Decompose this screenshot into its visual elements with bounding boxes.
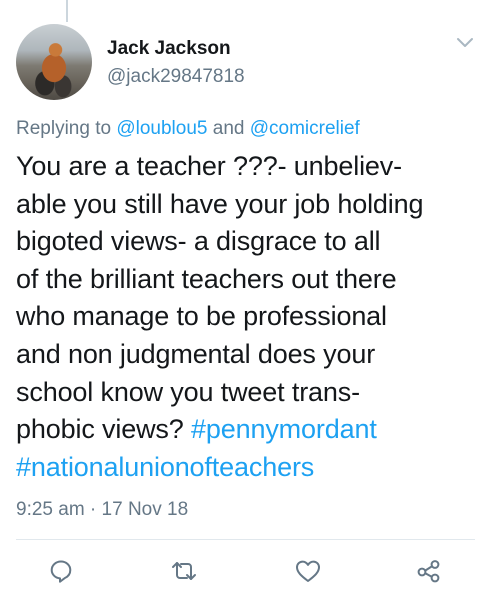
hashtag-link[interactable]: #nationalunionofteachers (16, 452, 314, 482)
heart-icon (294, 558, 322, 584)
tweet-text-segment: phobic views? (16, 414, 191, 445)
share-button[interactable] (414, 556, 444, 586)
author-handle[interactable]: @jack29847818 (107, 66, 245, 88)
reply-button[interactable] (46, 556, 76, 586)
divider (16, 539, 475, 540)
mention-link[interactable]: @comicrelief (250, 118, 360, 139)
chevron-down-icon[interactable] (455, 36, 475, 50)
hashtag-link[interactable]: #pennymordant (191, 414, 377, 444)
tweet-timestamp[interactable]: 9:25 am · 17 Nov 18 (16, 499, 188, 521)
tweet-text-line-hashtag: #nationalunionofteachers (16, 449, 486, 487)
retweet-button[interactable] (169, 556, 199, 586)
tweet-text-line: school know you tweet trans- (16, 376, 360, 407)
like-button[interactable] (293, 556, 323, 586)
replying-to: Replying to @loublou5 and @comicrelief (16, 118, 360, 140)
tweet-text-line: able you still have your job holding (16, 188, 424, 219)
tweet-text: You are a teacher ???- unbeliev- able yo… (16, 148, 486, 486)
share-icon (415, 557, 443, 585)
tweet-text-line: bigoted views- a disgrace to all (16, 226, 381, 257)
tweet-text-line: who manage to be professional (16, 301, 387, 332)
replying-prefix: Replying to (16, 118, 117, 139)
tweet-text-line: and non judgmental does your (16, 338, 376, 369)
mention-link[interactable]: @loublou5 (116, 118, 207, 139)
replying-and: and (207, 118, 250, 139)
retweet-icon (170, 558, 198, 584)
author-name[interactable]: Jack Jackson (107, 38, 231, 60)
thread-connector-line (66, 0, 68, 22)
tweet-text-line: You are a teacher ???- unbeliev- (16, 151, 402, 181)
avatar[interactable] (16, 24, 92, 100)
reply-icon (48, 558, 74, 584)
tweet-text-line: of the brilliant teachers out there (16, 263, 397, 294)
tweet-text-line-with-hashtag: phobic views? #pennymordant (16, 411, 486, 449)
